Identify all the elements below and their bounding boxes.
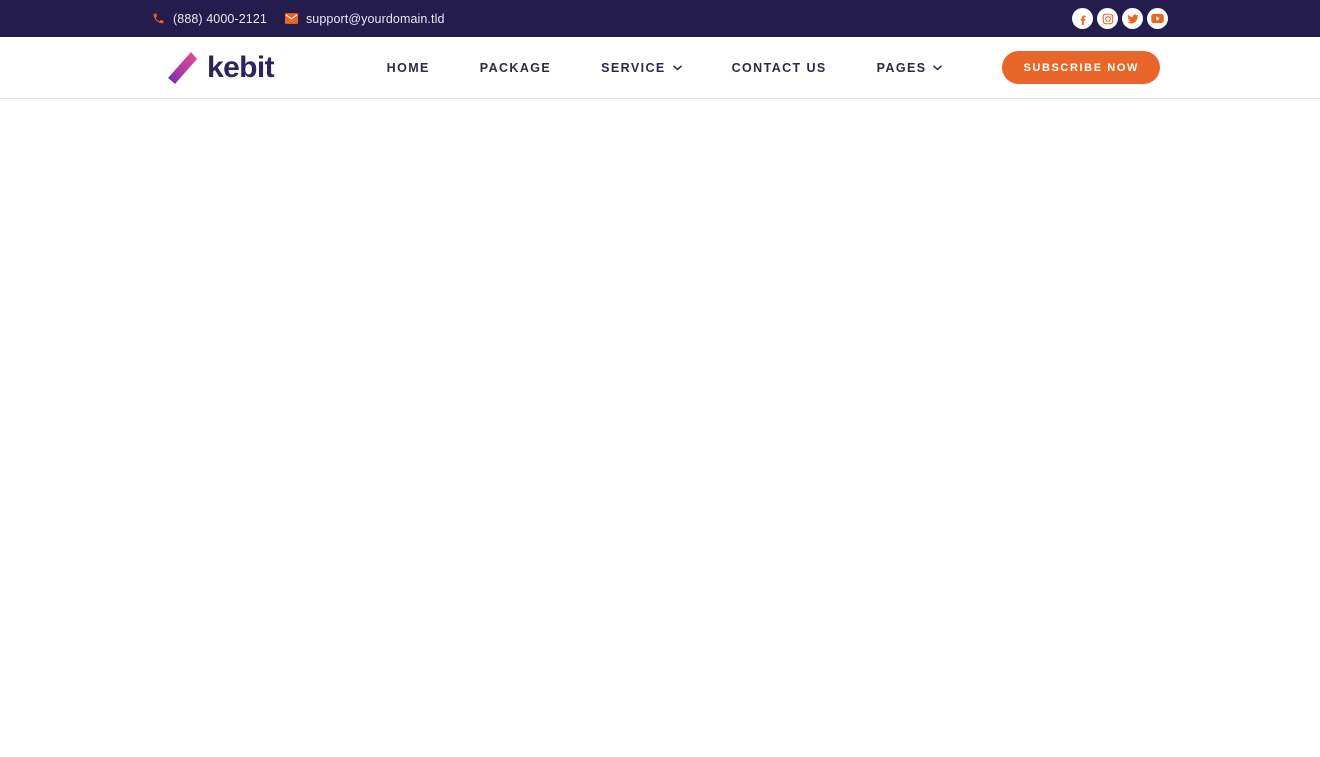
phone-icon: [152, 12, 165, 25]
envelope-icon: [284, 13, 298, 24]
nav-item-package[interactable]: PACKAGE: [455, 61, 576, 75]
phone-number: (888) 4000-2121: [173, 11, 267, 26]
nav-item-label: PAGES: [876, 60, 927, 75]
email-contact[interactable]: support@yourdomain.tld: [284, 11, 445, 26]
nav-item-label: HOME: [386, 60, 430, 75]
email-address: support@yourdomain.tld: [305, 11, 445, 26]
top-contact-bar: (888) 4000-2121 support@yourdomain.tld: [0, 0, 1320, 37]
facebook-icon[interactable]: [1072, 8, 1093, 29]
twitter-icon[interactable]: [1122, 8, 1143, 29]
social-links: [1072, 8, 1168, 29]
site-header: kebit HOME PACKAGE SERVICE CONTACT US PA…: [0, 37, 1320, 99]
phone-contact[interactable]: (888) 4000-2121: [152, 12, 267, 26]
logo-text: kebit: [207, 50, 275, 84]
topbar-contact-group: (888) 4000-2121 support@yourdomain.tld: [152, 12, 445, 26]
youtube-icon[interactable]: [1147, 8, 1168, 29]
nav-item-label: CONTACT US: [731, 60, 827, 75]
logo[interactable]: kebit: [167, 50, 275, 86]
kebit-logo-mark: [167, 50, 198, 86]
nav-item-contact-us[interactable]: CONTACT US: [707, 61, 852, 75]
page-content-area: [0, 99, 1320, 757]
chevron-down-icon: [672, 64, 682, 71]
nav-item-label: SERVICE: [601, 60, 666, 75]
chevron-down-icon: [933, 64, 943, 71]
nav-item-pages[interactable]: PAGES: [852, 61, 968, 75]
instagram-icon[interactable]: [1097, 8, 1118, 29]
nav-item-label: PACKAGE: [479, 60, 552, 75]
main-navigation: HOME PACKAGE SERVICE CONTACT US PAGES SU…: [387, 51, 1160, 84]
nav-item-home[interactable]: HOME: [387, 61, 455, 75]
nav-item-service[interactable]: SERVICE: [576, 61, 706, 75]
subscribe-now-button[interactable]: SUBSCRIBE NOW: [1002, 51, 1160, 84]
